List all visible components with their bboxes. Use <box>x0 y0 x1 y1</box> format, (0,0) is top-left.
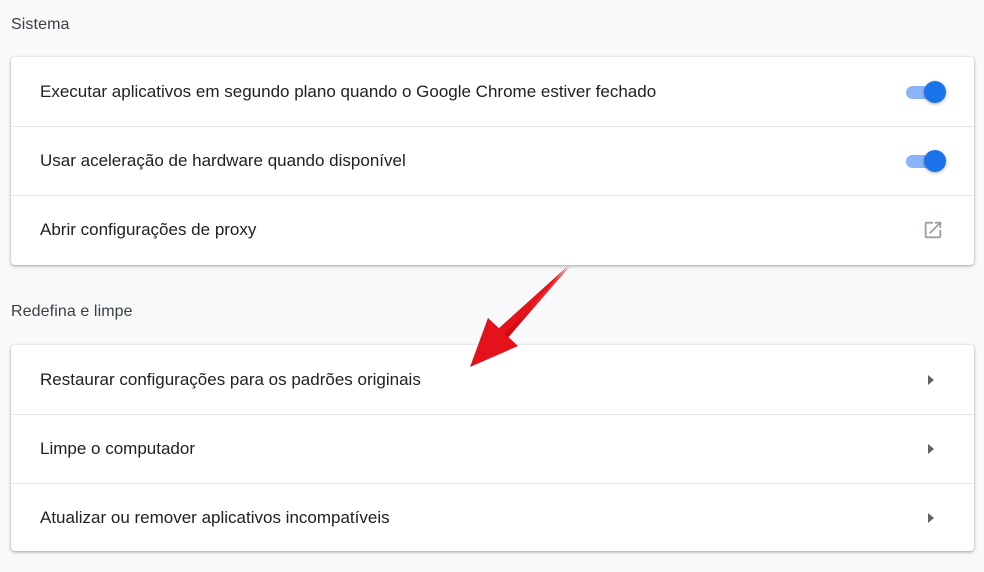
setting-label: Usar aceleração de hardware quando dispo… <box>40 151 406 170</box>
section-title-sistema: Sistema <box>11 16 70 33</box>
settings-card-sistema: Executar aplicativos em segundo plano qu… <box>11 57 974 265</box>
setting-label: Executar aplicativos em segundo plano qu… <box>40 81 657 101</box>
section-title-redefina: Redefina e limpe <box>11 303 133 320</box>
toggle-knob <box>924 150 946 172</box>
setting-row-hardware-acceleration[interactable]: Usar aceleração de hardware quando dispo… <box>11 126 974 195</box>
setting-label: Restaurar configurações para os padrões … <box>40 369 421 389</box>
hardware-acceleration-toggle[interactable] <box>904 150 946 172</box>
background-apps-toggle[interactable] <box>904 80 946 103</box>
chevron-right-icon[interactable] <box>926 443 936 455</box>
chevron-right-icon[interactable] <box>926 374 936 386</box>
chevron-right-icon[interactable] <box>926 512 936 524</box>
toggle-knob <box>924 80 946 103</box>
setting-row-cleanup-computer[interactable]: Limpe o computador <box>11 414 974 483</box>
setting-row-restore-defaults[interactable]: Restaurar configurações para os padrões … <box>11 345 974 414</box>
setting-row-incompatible-apps[interactable]: Atualizar ou remover aplicativos incompa… <box>11 483 974 552</box>
external-link-icon[interactable] <box>922 219 944 241</box>
setting-label: Limpe o computador <box>40 439 195 458</box>
settings-card-redefina: Restaurar configurações para os padrões … <box>11 345 974 551</box>
setting-row-background-apps[interactable]: Executar aplicativos em segundo plano qu… <box>11 57 974 126</box>
setting-label: Abrir configurações de proxy <box>40 220 257 239</box>
setting-label: Atualizar ou remover aplicativos incompa… <box>40 508 390 527</box>
setting-row-proxy[interactable]: Abrir configurações de proxy <box>11 195 974 264</box>
